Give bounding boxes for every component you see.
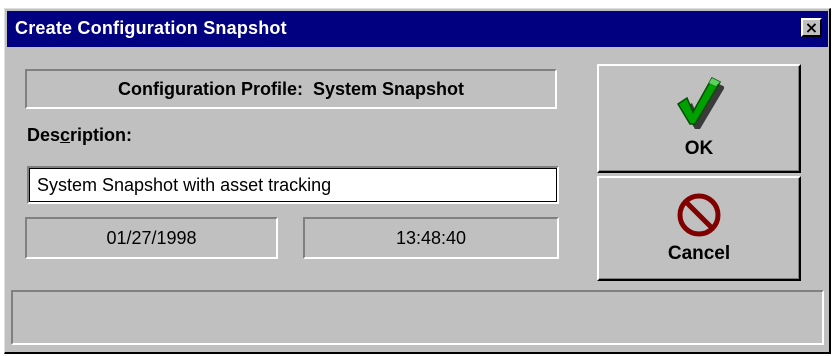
configuration-profile-text: Configuration Profile: System Snapshot [117, 79, 465, 99]
status-bar [11, 290, 824, 345]
time-value: 13:48:40 [395, 228, 467, 248]
time-field: 13:48:40 [303, 217, 559, 259]
date-field: 01/27/1998 [25, 217, 278, 259]
top-strip [0, 0, 835, 8]
create-configuration-snapshot-dialog: Create Configuration Snapshot × Configur… [4, 8, 831, 354]
description-hotkey: c [60, 125, 71, 145]
configuration-profile-panel: Configuration Profile: System Snapshot [25, 69, 557, 109]
ok-label: OK [684, 138, 714, 159]
ok-button[interactable]: OK [597, 64, 801, 173]
window-title: Create Configuration Snapshot [15, 18, 287, 38]
description-label: Description: [27, 125, 133, 145]
close-button[interactable]: × [801, 18, 822, 37]
cancel-label: Cancel [667, 243, 731, 264]
date-value: 01/27/1998 [106, 228, 197, 248]
close-icon: × [804, 17, 819, 37]
cancel-button[interactable]: Cancel [597, 176, 801, 281]
no-entry-icon [677, 193, 721, 237]
title-bar[interactable]: Create Configuration Snapshot × [7, 11, 828, 47]
description-input[interactable] [27, 166, 559, 204]
checkmark-icon [676, 77, 724, 129]
